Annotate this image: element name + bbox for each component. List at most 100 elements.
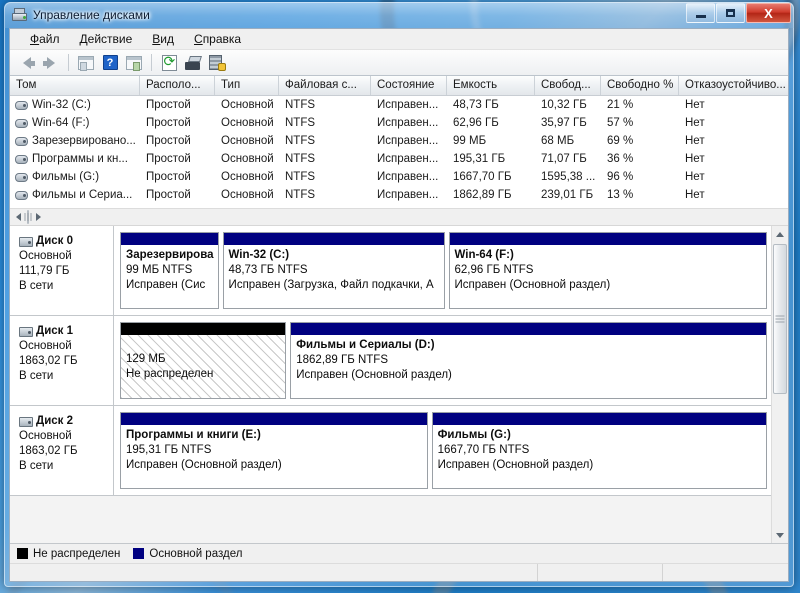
partition-block[interactable]: Win-32 (C:) 48,73 ГБ NTFS Исправен (Загруз… xyxy=(222,232,445,309)
properties-icon[interactable] xyxy=(182,52,204,74)
cell-type: Основной xyxy=(221,189,274,201)
volume-list-panel: Том Располо... Тип Файловая с... Состояние Ем… xyxy=(10,76,788,226)
cell-volume: Зарезервировано... xyxy=(10,135,140,147)
maximize-button[interactable] xyxy=(716,3,745,23)
partition-block[interactable]: Программы и книги (E:) 195,31 ГБ NTFS Испр… xyxy=(120,412,428,489)
cell-free_pct: 21 % xyxy=(607,99,634,111)
cell-free: 35,97 ГБ xyxy=(541,117,587,129)
cell-status: Исправен... xyxy=(377,153,439,165)
volume-list-body[interactable]: Win-32 (C:) Простой Основной NTFS Исправен..… xyxy=(10,96,788,208)
menu-item-view[interactable]: Вид xyxy=(142,30,184,48)
status-bar xyxy=(10,563,788,581)
disk-partitions: 129 МБ Не распределен Фильмы и Сериалы (D:… xyxy=(114,316,771,405)
column-header[interactable]: Емкость xyxy=(447,76,535,95)
partition-unallocated[interactable]: 129 МБ Не распределен xyxy=(120,322,287,399)
cell-layout: Простой xyxy=(146,189,191,201)
table-row[interactable]: Зарезервировано... Простой Основной NTFS Исп… xyxy=(10,132,788,150)
minimize-button[interactable] xyxy=(686,3,715,23)
title-bar[interactable]: Управление дисками X xyxy=(4,2,794,28)
partition-color-bar xyxy=(223,233,444,245)
disk-row[interactable]: Диск 1 Основной 1863,02 ГБ В сети 129 МБ Не р… xyxy=(10,316,771,406)
table-row[interactable]: Фильмы (G:) Простой Основной NTFS Исправен..… xyxy=(10,168,788,186)
column-header[interactable]: Тип xyxy=(215,76,279,95)
show-hide-console-tree-icon[interactable] xyxy=(75,52,97,74)
partition-block[interactable]: Фильмы (G:) 1667,70 ГБ NTFS Исправен (Осно… xyxy=(431,412,767,489)
cell-volume: Win-64 (F:) xyxy=(10,117,140,129)
disk-size: 1863,02 ГБ xyxy=(19,445,78,457)
partition-label: Win-64 (F:) xyxy=(454,249,514,261)
partition-block[interactable]: Зарезервирова 99 МБ NTFS Исправен (Сис xyxy=(120,232,219,309)
cell-text: Программы и кн... xyxy=(32,153,128,165)
cell-text: Фильмы и Сериа... xyxy=(32,189,133,201)
scroll-up-arrow-icon[interactable] xyxy=(772,226,788,242)
disk-info-panel[interactable]: Диск 2 Основной 1863,02 ГБ В сети xyxy=(10,406,114,495)
legend-primary-partition-swatch xyxy=(133,548,145,559)
volume-list-horizontal-scrollbar[interactable] xyxy=(10,208,788,225)
disk-info-panel[interactable]: Диск 1 Основной 1863,02 ГБ В сети xyxy=(10,316,114,405)
vertical-scroll-thumb[interactable] xyxy=(773,244,787,394)
table-row[interactable]: Программы и кн... Простой Основной NTFS Испр… xyxy=(10,150,788,168)
disk-view-vertical-scrollbar[interactable] xyxy=(771,226,788,543)
volume-drive-icon xyxy=(15,172,28,182)
column-header[interactable]: Состояние xyxy=(371,76,447,95)
disk-state: В сети xyxy=(19,460,54,472)
partition-details: Фильмы (G:) 1667,70 ГБ NTFS Исправен (Осно… xyxy=(432,425,766,488)
menu-item-help[interactable]: Справка xyxy=(184,30,251,48)
cell-capacity: 1667,70 ГБ xyxy=(453,171,512,183)
disk-type: Основной xyxy=(19,250,72,262)
cell-capacity: 99 МБ xyxy=(453,135,487,147)
scroll-right-arrow-icon[interactable] xyxy=(30,209,46,225)
cell-status: Исправен... xyxy=(377,117,439,129)
disk-state: В сети xyxy=(19,280,54,292)
disk-row[interactable]: Диск 0 Основной 111,79 ГБ В сети Зарезервиро… xyxy=(10,226,771,316)
menu-item-action[interactable]: Действие xyxy=(70,30,143,48)
back-arrow-icon[interactable] xyxy=(16,52,38,74)
column-header[interactable]: Располо... xyxy=(140,76,215,95)
column-header[interactable]: Файловая с... xyxy=(279,76,371,95)
close-button[interactable]: X xyxy=(746,3,791,23)
column-header[interactable]: Свободно % xyxy=(601,76,679,95)
forward-arrow-icon[interactable] xyxy=(40,52,62,74)
vertical-scroll-track[interactable] xyxy=(772,242,788,527)
table-row[interactable]: Win-64 (F:) Простой Основной NTFS Исправен..… xyxy=(10,114,788,132)
table-row[interactable]: Фильмы и Сериа... Простой Основной NTFS Испр… xyxy=(10,186,788,204)
menu-item-file[interactable]: Файл xyxy=(20,30,70,48)
disk-icon xyxy=(19,326,33,337)
partition-status: Исправен (Сис xyxy=(126,279,206,291)
partition-color-bar xyxy=(121,413,427,425)
refresh-icon[interactable] xyxy=(158,52,180,74)
table-row[interactable]: Win-32 (C:) Простой Основной NTFS Исправен..… xyxy=(10,96,788,114)
cell-fs: NTFS xyxy=(285,171,316,183)
show-hide-action-pane-icon[interactable] xyxy=(123,52,145,74)
disk-row[interactable]: Диск 2 Основной 1863,02 ГБ В сети Программы … xyxy=(10,406,771,496)
column-header[interactable]: Отказоустойчиво... xyxy=(679,76,788,95)
cell-fault_tolerance: Нет xyxy=(685,171,705,183)
disk-graphical-view: Диск 0 Основной 111,79 ГБ В сети Зарезервиро… xyxy=(10,226,788,543)
cell-fs: NTFS xyxy=(285,135,316,147)
legend-bar: Не распределен Основной раздел xyxy=(10,543,788,563)
horizontal-scroll-thumb[interactable] xyxy=(24,210,32,224)
cell-text: Зарезервировано... xyxy=(32,135,136,147)
partition-size: 129 МБ xyxy=(126,352,166,365)
column-header[interactable]: Том xyxy=(10,76,140,95)
disk-type: Основной xyxy=(19,340,72,352)
disk-info-panel[interactable]: Диск 0 Основной 111,79 ГБ В сети xyxy=(10,226,114,315)
cell-type: Основной xyxy=(221,171,274,183)
status-cell-secondary xyxy=(538,564,663,581)
scroll-down-arrow-icon[interactable] xyxy=(772,527,788,543)
cell-free_pct: 57 % xyxy=(607,117,634,129)
partition-status: Исправен (Основной раздел) xyxy=(437,459,594,471)
column-header[interactable]: Свобод... xyxy=(535,76,601,95)
rescan-disks-icon[interactable] xyxy=(206,52,228,74)
partition-block[interactable]: Win-64 (F:) 62,96 ГБ NTFS Исправен (Основн… xyxy=(448,232,767,309)
cell-free: 71,07 ГБ xyxy=(541,153,587,165)
help-icon[interactable]: ? xyxy=(99,52,121,74)
partition-details: Win-32 (C:) 48,73 ГБ NTFS Исправен (Загруз… xyxy=(223,245,444,308)
volume-list-header: Том Располо... Тип Файловая с... Состояние Ем… xyxy=(10,76,788,96)
partition-block[interactable]: Фильмы и Сериалы (D:) 1862,89 ГБ NTFS Испр… xyxy=(290,322,767,399)
cell-status: Исправен... xyxy=(377,171,439,183)
partition-status: Исправен (Основной раздел) xyxy=(126,459,282,471)
cell-fs: NTFS xyxy=(285,189,316,201)
partition-size: 1862,89 ГБ NTFS xyxy=(296,354,388,366)
cell-free: 10,32 ГБ xyxy=(541,99,587,111)
